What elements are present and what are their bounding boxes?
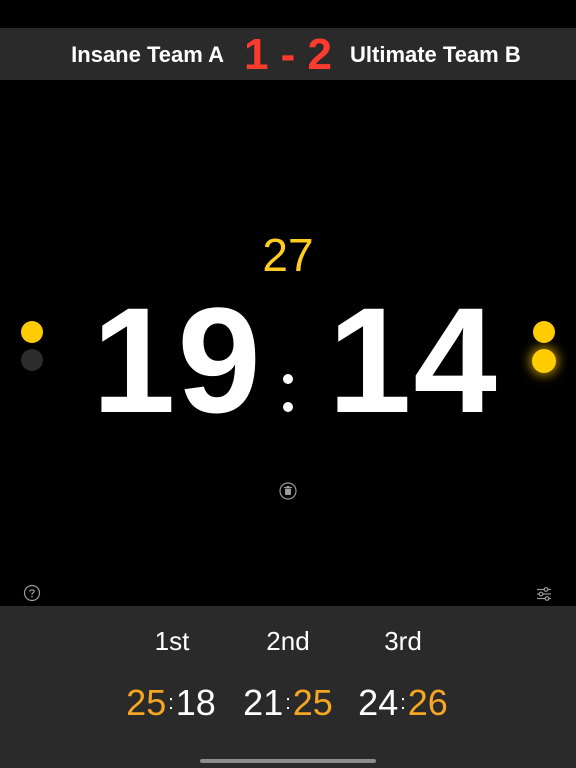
set-3-separator: : — [400, 692, 406, 714]
set-1-label: 1st — [154, 626, 190, 656]
set-2-separator: : — [285, 692, 291, 714]
set-3-score-b: 26 — [407, 682, 448, 723]
scoreboard-screen: Insane Team A 1 - 2 Ultimate Team B 27 1… — [0, 0, 576, 768]
team-a-score[interactable]: 19 — [92, 280, 263, 440]
team-b-score[interactable]: 14 — [328, 280, 499, 440]
team-a-serve-indicator-lower[interactable] — [21, 349, 43, 371]
team-b-serve-indicator-upper[interactable] — [533, 321, 555, 343]
set-3-score-a: 24 — [358, 682, 399, 723]
trash-icon[interactable] — [279, 482, 297, 500]
set-scores-panel: 1st 2nd 3rd 25:18 21:25 24:26 — [0, 606, 576, 768]
set-1-separator: : — [168, 692, 174, 714]
separator-dot-top — [283, 374, 293, 384]
set-3-label: 3rd — [384, 626, 422, 656]
set-2-score[interactable]: 21:25 — [233, 682, 343, 724]
team-b-serve-indicator-lower[interactable] — [532, 349, 556, 373]
set-1-score-b: 18 — [175, 682, 216, 723]
set-1-score[interactable]: 25:18 — [116, 682, 226, 724]
separator-dot-bottom — [283, 402, 293, 412]
set-2-score-b: 25 — [292, 682, 333, 723]
set-2-score-a: 21 — [243, 682, 284, 723]
question-circle-icon[interactable] — [23, 584, 41, 602]
total-points-counter: 27 — [262, 229, 314, 281]
set-2-label: 2nd — [266, 626, 310, 656]
home-indicator[interactable] — [200, 759, 376, 763]
team-a-serve-indicator-upper[interactable] — [21, 321, 43, 343]
team-b-name[interactable]: Ultimate Team B — [350, 42, 521, 68]
sliders-icon[interactable] — [535, 585, 553, 603]
score-separator — [283, 374, 293, 414]
set-3-score[interactable]: 24:26 — [348, 682, 458, 724]
set-1-score-a: 25 — [126, 682, 167, 723]
match-header: Insane Team A 1 - 2 Ultimate Team B — [0, 28, 576, 80]
